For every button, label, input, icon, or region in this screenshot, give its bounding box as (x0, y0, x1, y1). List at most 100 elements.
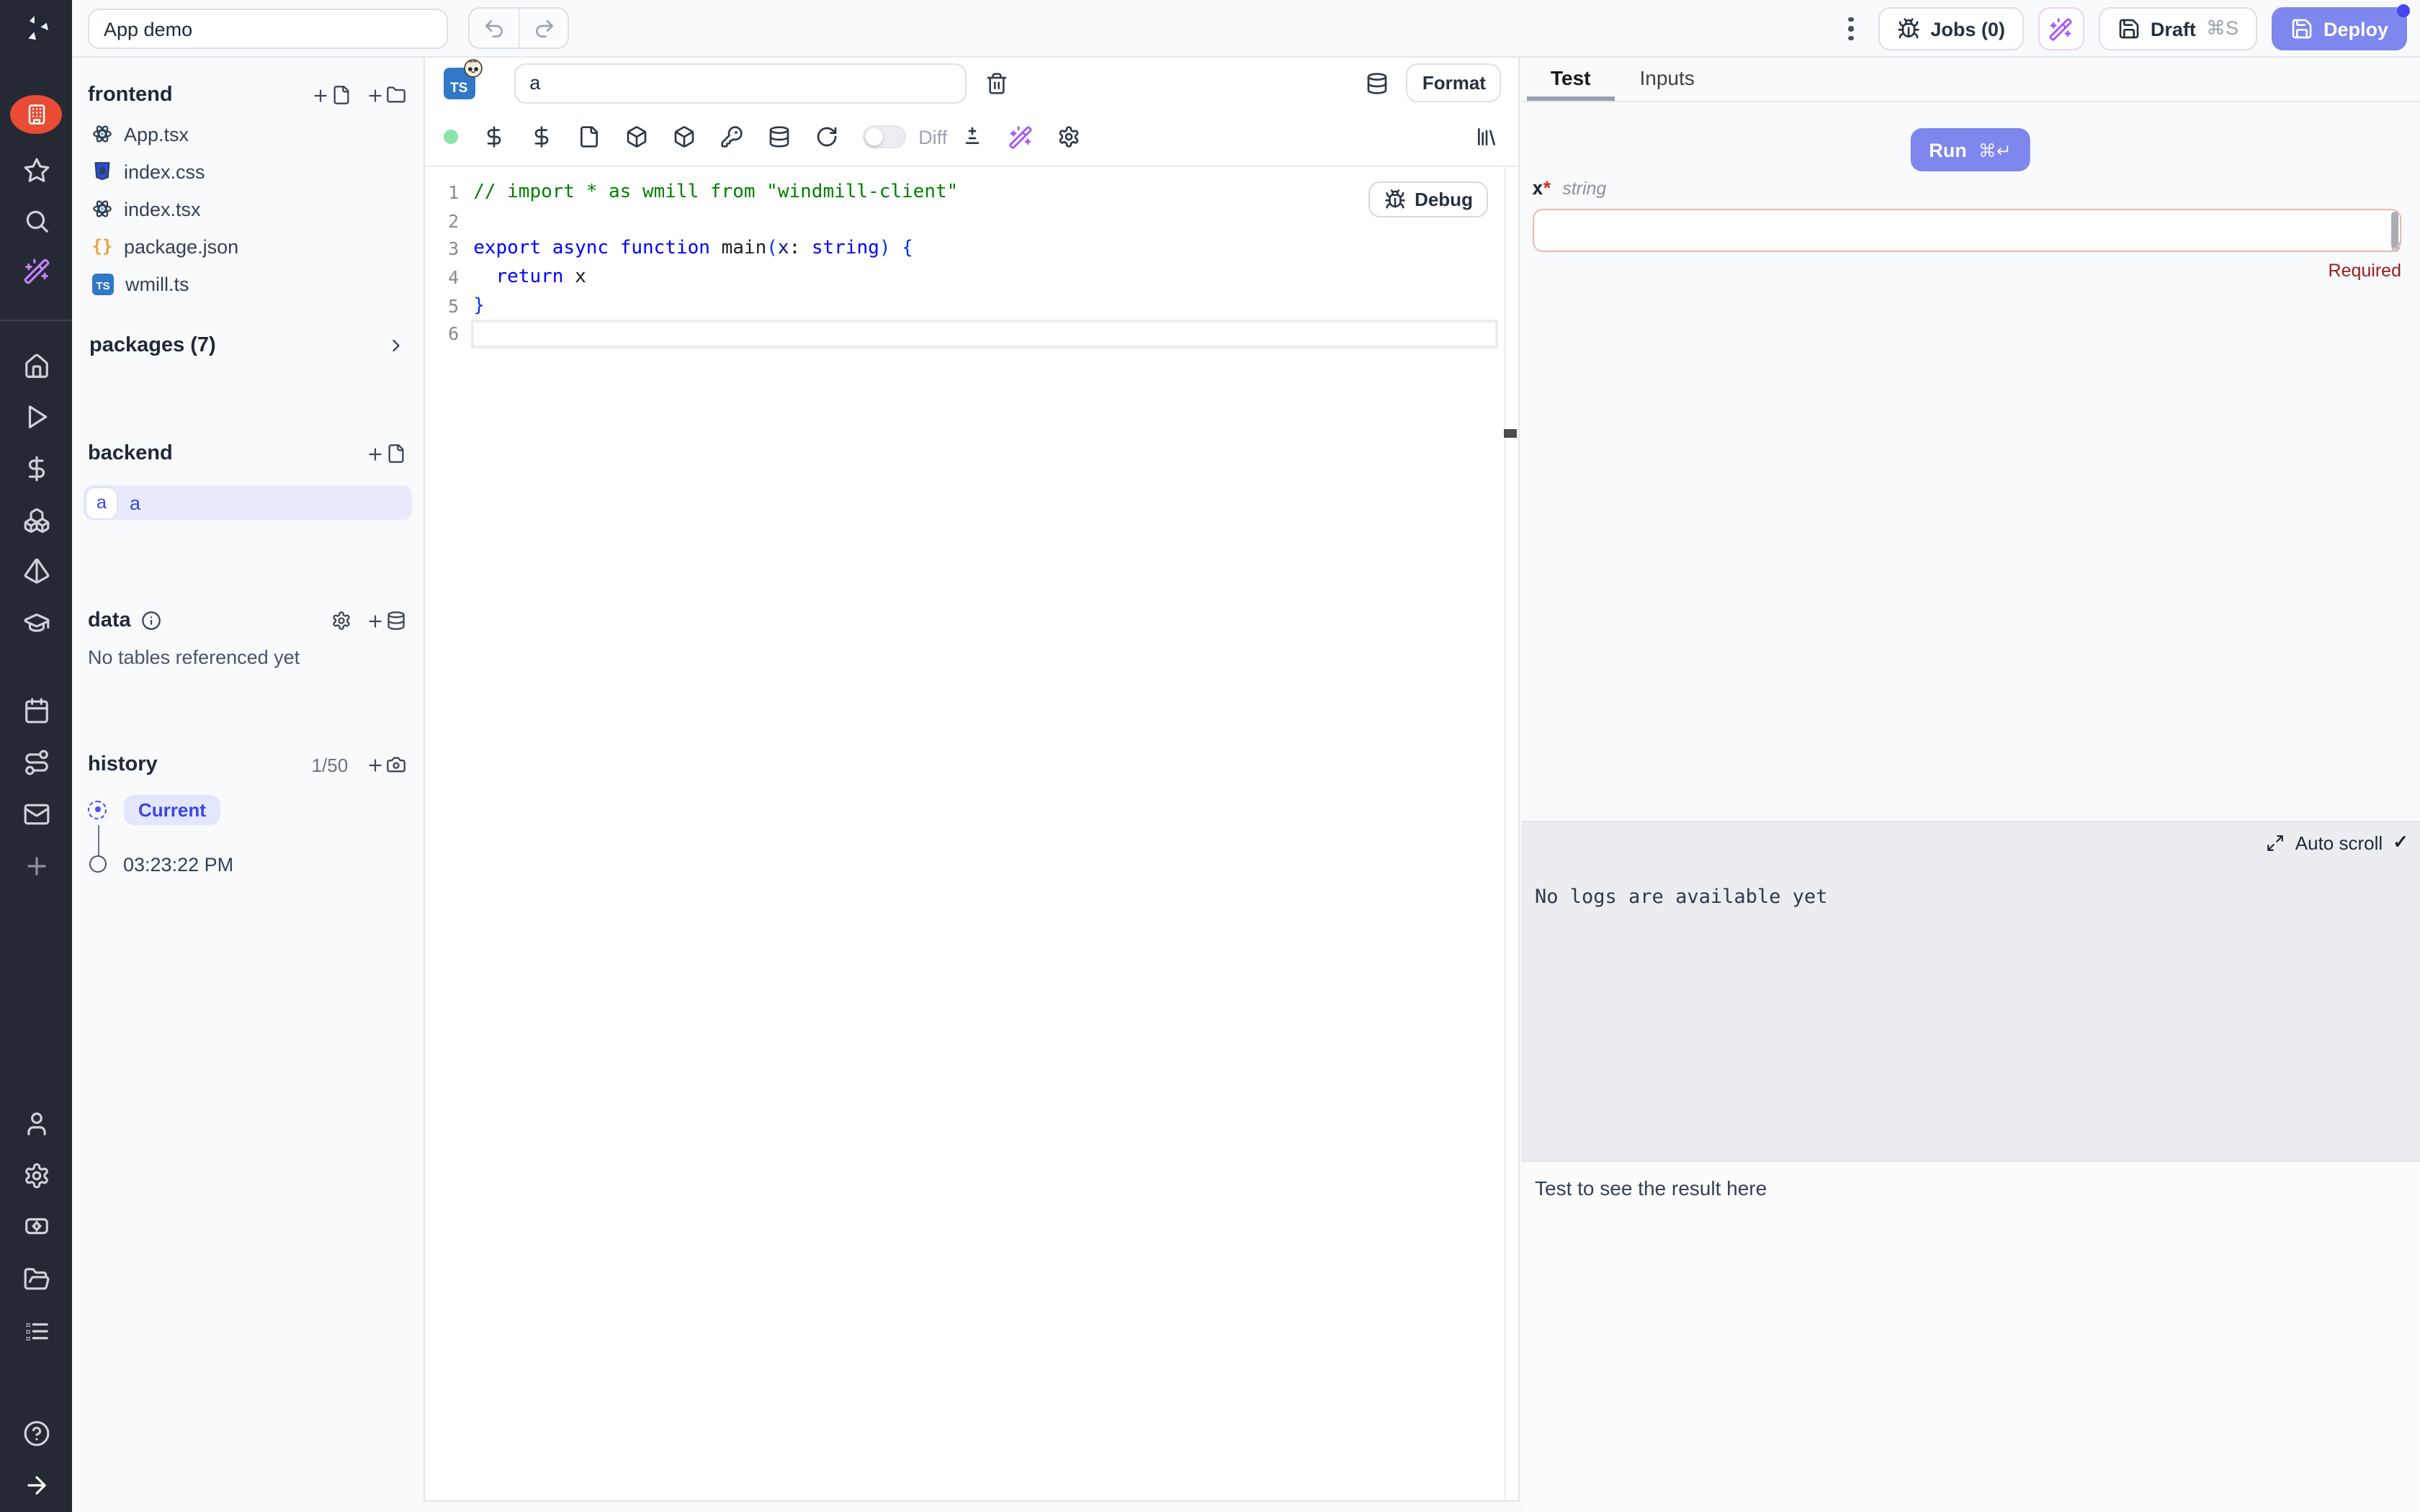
history-entry-current[interactable]: Current (88, 793, 220, 825)
learn-graduation-cap-icon[interactable] (0, 609, 72, 636)
file-row-package-json[interactable]: {} package.json (81, 228, 414, 265)
logs-pane: Auto scroll ✓ No logs are available yet (1520, 821, 2420, 1162)
windmill-logo-icon[interactable] (17, 9, 55, 46)
help-icon[interactable] (0, 1420, 72, 1447)
favorites-star-icon[interactable] (0, 157, 72, 184)
file-row-index-css[interactable]: 3 index.css (81, 153, 414, 190)
tab-test[interactable]: Test (1526, 58, 1615, 101)
add-file-button[interactable] (310, 85, 351, 105)
data-settings-button[interactable] (331, 611, 351, 631)
info-icon[interactable] (141, 611, 161, 631)
code-line[interactable]: 6 (424, 320, 1505, 348)
add-snapshot-button[interactable] (365, 755, 405, 775)
editor-settings-gear-icon[interactable] (1057, 125, 1080, 148)
datatable-button[interactable] (1366, 71, 1389, 94)
code-line[interactable]: 2 (424, 207, 1505, 235)
bun-runtime-icon (463, 58, 482, 77)
mail-icon[interactable] (0, 801, 72, 828)
redo-button[interactable] (519, 9, 568, 48)
audit-list-icon[interactable] (0, 1318, 72, 1345)
code-line[interactable]: 4 return x (424, 264, 1505, 292)
deploy-button[interactable]: Deploy (2272, 7, 2407, 50)
pyramid-icon[interactable] (0, 557, 72, 585)
script-label: a (130, 492, 140, 513)
file-row-index-tsx[interactable]: index.tsx (81, 190, 414, 228)
add-backend-script-button[interactable] (365, 444, 405, 464)
history-entry-timestamp[interactable]: 03:23:22 PM (89, 852, 233, 876)
home-icon[interactable] (0, 353, 72, 380)
worker-groups-icon[interactable] (0, 1212, 72, 1240)
undo-button[interactable] (470, 9, 519, 48)
history-timestamp: 03:23:22 PM (123, 853, 233, 875)
line-number: 6 (424, 323, 459, 345)
schedules-calendar-icon[interactable] (0, 697, 72, 724)
more-menu-button[interactable] (1838, 10, 1864, 48)
ai-wand-icon[interactable] (1008, 125, 1032, 149)
search-icon[interactable] (0, 207, 72, 235)
svg-text:3: 3 (99, 166, 104, 176)
script-name-input[interactable] (514, 63, 966, 103)
css-icon: 3 (92, 161, 112, 181)
runs-play-icon[interactable] (0, 403, 72, 431)
ai-assistant-button[interactable] (2038, 7, 2084, 50)
jobs-button[interactable]: Jobs (0) (1878, 7, 2024, 50)
variables-dollar-icon[interactable] (0, 455, 72, 482)
flows-route-icon[interactable] (0, 749, 72, 776)
file-row-wmill-ts[interactable]: TS wmill.ts (81, 265, 414, 302)
contextual-dollar-icon[interactable] (529, 125, 552, 148)
code-token: function (620, 238, 710, 260)
expand-logs-icon[interactable] (2267, 833, 2285, 852)
autoscroll-label[interactable]: Auto scroll (2295, 832, 2383, 853)
left-rail (0, 0, 72, 1512)
add-database-button[interactable] (365, 611, 405, 631)
debug-button[interactable]: Debug (1368, 181, 1489, 217)
arg-x-input[interactable] (1532, 209, 2401, 252)
code-line[interactable]: 3export async function main(x: string) { (424, 235, 1505, 263)
deploy-notification-dot (2397, 4, 2410, 17)
line-number: 4 (424, 266, 459, 288)
ai-wand-icon[interactable] (0, 258, 72, 285)
line-number: 3 (424, 238, 459, 260)
code-line[interactable]: 5} (424, 292, 1505, 320)
variables-dollar-icon[interactable] (482, 125, 505, 148)
backend-script-row-selected[interactable]: a a (84, 485, 411, 520)
packages-row[interactable]: packages (7) (81, 328, 414, 363)
delete-script-button[interactable] (985, 71, 1008, 94)
code-token: // import * as wmill from "windmill-clie… (473, 182, 958, 204)
folders-icon[interactable] (0, 1266, 72, 1293)
package-icon[interactable] (672, 125, 695, 148)
script-file-icon[interactable] (577, 125, 600, 148)
app-name-input[interactable] (88, 9, 448, 49)
resources-boxes-icon[interactable] (0, 507, 72, 534)
library-icon[interactable] (1476, 125, 1499, 148)
draft-button[interactable]: Draft ⌘S (2099, 7, 2257, 50)
arg-input-resize-handle[interactable] (2390, 242, 2400, 252)
format-button[interactable]: Format (1407, 63, 1502, 102)
file-name: index.css (124, 161, 205, 182)
plus-icon (365, 755, 384, 774)
package-icon[interactable] (624, 125, 647, 148)
settings-gear-icon[interactable] (0, 1162, 72, 1189)
key-icon[interactable] (720, 125, 743, 148)
tab-inputs[interactable]: Inputs (1615, 58, 1719, 101)
line-number: 2 (424, 210, 459, 232)
code-content[interactable]: 1// import * as wmill from "windmill-cli… (424, 167, 1505, 1500)
diff-toggle[interactable] (862, 125, 905, 148)
diff-label: Diff (918, 126, 947, 148)
history-title: history (88, 753, 158, 776)
refresh-icon[interactable] (815, 125, 838, 148)
folder-icon (385, 85, 405, 105)
check-icon[interactable]: ✓ (2393, 831, 2408, 854)
user-icon[interactable] (0, 1110, 72, 1138)
code-line[interactable]: 1// import * as wmill from "windmill-cli… (424, 179, 1505, 207)
current-badge[interactable]: Current (124, 794, 220, 824)
diff-plus-minus-icon[interactable] (960, 125, 983, 148)
trash-icon (985, 71, 1008, 94)
database-icon[interactable] (767, 125, 790, 148)
add-folder-button[interactable] (365, 85, 405, 105)
file-row-app-tsx[interactable]: App.tsx (81, 115, 414, 153)
expand-rail-arrow-icon[interactable] (0, 1472, 72, 1499)
run-button[interactable]: Run ⌘↵ (1910, 128, 2030, 171)
workspace-badge[interactable] (10, 95, 62, 134)
add-plus-icon[interactable] (0, 852, 72, 880)
